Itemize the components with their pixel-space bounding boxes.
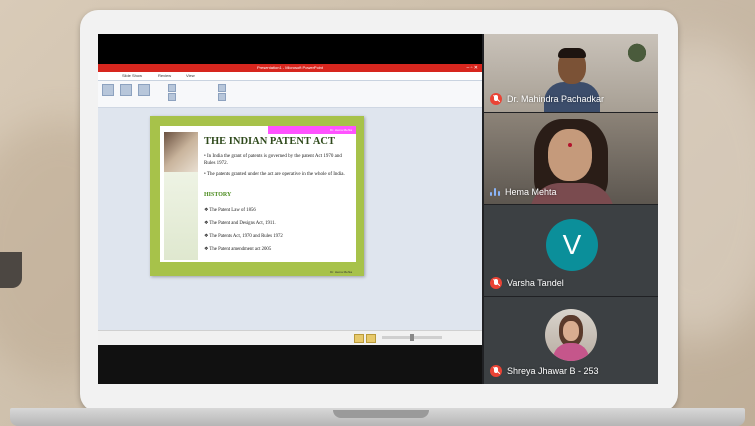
avatar [545, 309, 597, 361]
participant-video [568, 143, 572, 147]
participant-tile[interactable]: Dr. Mahindra Pachadkar [484, 34, 658, 112]
participant-name-label: Dr. Mahindra Pachadkar [490, 93, 604, 105]
participant-name: Dr. Mahindra Pachadkar [507, 94, 605, 104]
slide-editing-area: Dr. Hema Mehta THE INDIAN PATENT ACT • I… [98, 108, 482, 330]
ppt-title-bar: Presentation1 - Microsoft PowerPoint [98, 64, 482, 72]
mic-muted-icon [490, 365, 502, 377]
tab-review[interactable]: Review [158, 72, 171, 80]
participant-name: Hema Mehta [505, 187, 557, 197]
ppt-window-title: Presentation1 - Microsoft PowerPoint [256, 65, 324, 70]
ribbon-tabs: Slide Show Review View [98, 72, 482, 81]
history-item: ❖ The Patent and Designs Act, 1911. [204, 221, 276, 226]
ribbon-button-icon[interactable] [168, 84, 176, 92]
slide-heading: THE INDIAN PATENT ACT [204, 136, 335, 147]
avatar: V [546, 219, 598, 271]
ribbon-button-icon[interactable] [218, 93, 226, 101]
background-object [0, 252, 22, 288]
powerpoint-window: Presentation1 - Microsoft PowerPoint – ▫… [98, 64, 482, 345]
speaking-indicator-icon [490, 187, 500, 197]
slide-badge: Dr. Hema Mehta [268, 126, 356, 134]
participant-tile[interactable]: Shreya Jhawar B - 253 [484, 297, 658, 384]
slide-bullet: • The patents granted under the act are … [204, 172, 345, 177]
ribbon-button-icon[interactable] [168, 93, 176, 101]
share-letterbox [98, 34, 482, 64]
status-bar [98, 330, 482, 345]
screen-share: Presentation1 - Microsoft PowerPoint – ▫… [98, 34, 482, 384]
history-item: ❖ The Patent amendment act 2005 [204, 247, 272, 252]
laptop-notch [333, 410, 429, 418]
participant-tile[interactable]: V Varsha Tandel [484, 205, 658, 296]
participant-name: Shreya Jhawar B - 253 [507, 366, 599, 376]
slide-bullet: • In India the grant of patents is gover… [204, 154, 342, 166]
history-item: ❖ The Patent Law of 1856 [204, 208, 256, 213]
background-plant [622, 36, 652, 64]
slide-decoration [164, 172, 198, 260]
slide-footer: Dr. Hema Mehta [330, 270, 352, 274]
ribbon [98, 81, 482, 108]
ribbon-button-icon[interactable] [138, 84, 150, 96]
ribbon-button-icon[interactable] [102, 84, 114, 96]
participant-tile[interactable]: Hema Mehta [484, 113, 658, 204]
slide-image [164, 132, 198, 172]
slide-subheading: HISTORY [204, 192, 232, 198]
participant-name-label: Hema Mehta [490, 187, 557, 197]
participant-name-label: Varsha Tandel [490, 277, 564, 289]
tab-view[interactable]: View [186, 72, 195, 80]
participant-name-label: Shreya Jhawar B - 253 [490, 365, 599, 377]
history-item: ❖ The Patents Act, 1970 and Rules 1972 [204, 234, 283, 239]
mic-muted-icon [490, 277, 502, 289]
slide[interactable]: Dr. Hema Mehta THE INDIAN PATENT ACT • I… [150, 116, 364, 276]
mic-muted-icon [490, 93, 502, 105]
participant-name: Varsha Tandel [507, 278, 564, 288]
ribbon-button-icon[interactable] [218, 84, 226, 92]
slide-bullets: • In India the grant of patents is gover… [204, 153, 352, 182]
window-controls[interactable]: – ▫ ✕ [466, 64, 478, 72]
history-list: ❖ The Patent Law of 1856 ❖ The Patent an… [204, 204, 283, 256]
participant-video [558, 48, 586, 58]
zoom-slider-knob[interactable] [410, 334, 414, 341]
tab-slide-show[interactable]: Slide Show [122, 72, 142, 80]
view-sorter-icon[interactable] [366, 334, 376, 343]
ribbon-button-icon[interactable] [120, 84, 132, 96]
view-normal-icon[interactable] [354, 334, 364, 343]
participant-video [548, 129, 592, 181]
meeting-screen: Presentation1 - Microsoft PowerPoint – ▫… [98, 34, 658, 384]
slide-content: Dr. Hema Mehta THE INDIAN PATENT ACT • I… [160, 126, 356, 262]
